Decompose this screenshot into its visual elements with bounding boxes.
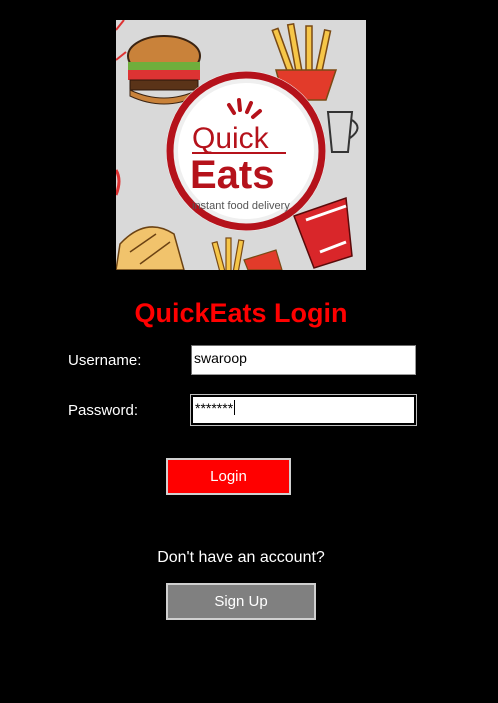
signup-button[interactable]: Sign Up	[166, 583, 316, 620]
username-value: swaroop	[194, 350, 247, 366]
logo-illustration: Quick Eats instant food delivery	[116, 20, 359, 270]
password-label: Password:	[68, 402, 139, 419]
password-field[interactable]: *******	[190, 394, 417, 426]
logo-tagline: instant food delivery	[192, 200, 290, 212]
password-value: *******	[195, 400, 234, 416]
page-title: QuickEats Login	[134, 298, 348, 328]
quickeats-logo: Quick Eats instant food delivery	[116, 20, 366, 270]
logo-word-eats: Eats	[190, 153, 275, 197]
sandwich-icon	[116, 226, 185, 270]
soda-cup-icon	[293, 196, 353, 269]
text-caret	[234, 400, 236, 415]
username-label: Username:	[68, 352, 142, 369]
username-field[interactable]: swaroop	[191, 345, 416, 375]
logo-word-quick: Quick	[192, 122, 270, 155]
signup-prompt: Don't have an account?	[157, 549, 325, 566]
login-button[interactable]: Login	[166, 458, 291, 495]
cup-icon	[326, 111, 359, 153]
fries-bottom-icon	[211, 237, 283, 270]
burger-icon	[127, 35, 201, 105]
